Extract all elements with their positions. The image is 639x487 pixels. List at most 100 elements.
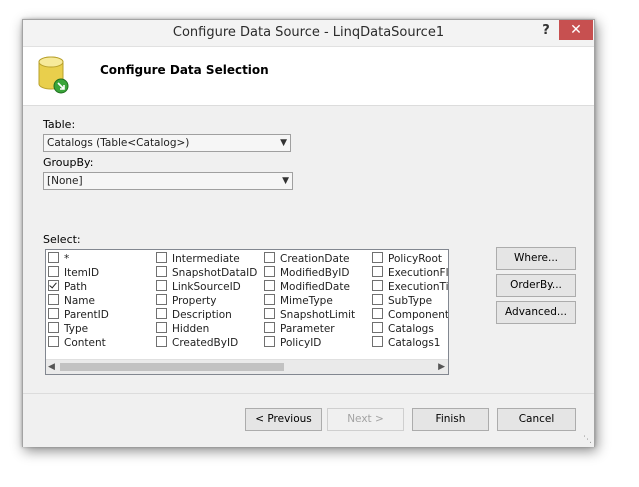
checkbox[interactable] [264,336,275,347]
horizontal-scrollbar[interactable]: ◀ ▶ [46,359,448,374]
checkbox[interactable] [372,308,383,319]
database-icon [38,56,69,94]
column-name: ModifiedByID [280,267,350,279]
column-checkbox-item[interactable]: PolicyRoot [372,252,442,266]
checkbox[interactable] [264,266,275,277]
title-bar[interactable]: Configure Data Source - LinqDataSource1 … [23,20,594,47]
column-name: Type [64,323,89,335]
column-checkbox-item[interactable]: * [48,252,69,266]
column-checkbox-item[interactable]: ModifiedByID [264,266,349,280]
column-checkbox-item[interactable]: Type [48,322,88,336]
column-name: ItemID [64,267,100,279]
column-checkbox-item[interactable]: Hidden [156,322,209,336]
close-button[interactable]: ✕ [559,20,593,40]
select-columns-list[interactable]: Catalogs1 Catalogs ComponentID SubType Execu… [45,249,449,375]
column-name: PolicyID [280,337,322,349]
column-name: Intermediate [172,253,240,265]
column-checkbox-item[interactable]: SnapshotDataID [156,266,257,280]
column-name: ExecutionFlag [388,267,449,279]
checkbox[interactable] [156,336,167,347]
checkbox[interactable] [264,252,275,263]
column-checkbox-item[interactable]: SubType [372,294,432,308]
column-checkbox-item[interactable]: Parameter [264,322,335,336]
column-checkbox-item[interactable]: SnapshotLimit [264,308,355,322]
checkbox[interactable] [372,280,383,291]
select-label: Select: [43,233,81,246]
column-checkbox-item[interactable]: ComponentID [372,308,449,322]
checkbox[interactable] [48,308,59,319]
column-checkbox-item[interactable]: Intermediate [156,252,240,266]
groupby-label: GroupBy: [43,156,94,169]
dialog-window: Configure Data Source - LinqDataSource1 … [22,19,595,447]
scroll-left-icon[interactable]: ◀ [48,360,55,374]
finish-button[interactable]: Finish [412,408,489,431]
column-name: ExecutionTime [388,281,449,293]
column-checkbox-item[interactable]: CreatedByID [156,336,238,350]
column-name: ParentID [64,309,109,321]
orderby-button[interactable]: OrderBy... [496,274,576,297]
help-button[interactable]: ? [537,23,555,41]
column-name: ModifiedDate [280,281,350,293]
checkbox[interactable] [264,280,275,291]
checkbox[interactable] [48,280,59,291]
column-checkbox-item[interactable]: ItemID [48,266,99,280]
column-name: Catalogs1 [388,337,441,349]
cancel-button[interactable]: Cancel [497,408,576,431]
column-checkbox-item[interactable]: ModifiedDate [264,280,350,294]
checkbox[interactable] [156,308,167,319]
column-name: Path [64,281,88,293]
column-name: Property [172,295,217,307]
checkbox[interactable] [372,294,383,305]
column-checkbox-item[interactable]: CreationDate [264,252,350,266]
checkbox[interactable] [156,322,167,333]
checkbox[interactable] [372,266,383,277]
checkbox[interactable] [48,266,59,277]
column-checkbox-item[interactable]: Catalogs [372,322,434,336]
checkbox[interactable] [264,294,275,305]
checkbox[interactable] [372,336,383,347]
column-checkbox-item[interactable]: Content [48,336,106,350]
column-checkbox-item[interactable]: Property [156,294,216,308]
checkbox[interactable] [156,266,167,277]
table-dropdown[interactable]: Catalogs (Table<Catalog>) ▼ [43,134,291,152]
groupby-dropdown[interactable]: [None] ▼ [43,172,293,190]
column-name: Content [64,337,106,349]
checkbox[interactable] [264,308,275,319]
checkbox[interactable] [372,322,383,333]
column-name: Name [64,295,95,307]
previous-button[interactable]: < Previous [245,408,322,431]
window-title: Configure Data Source - LinqDataSource1 [172,25,445,40]
resize-grip-icon[interactable]: ⋱ [583,435,592,445]
next-button[interactable]: Next > [327,408,404,431]
checkbox[interactable] [156,280,167,291]
where-button[interactable]: Where... [496,247,576,270]
checkbox[interactable] [264,322,275,333]
column-name: Description [172,309,232,321]
column-name: Hidden [172,323,210,335]
column-name: ComponentID [388,309,449,321]
column-checkbox-item[interactable]: ExecutionFlag [372,266,449,280]
checkbox[interactable] [48,322,59,333]
checkbox[interactable] [48,336,59,347]
chevron-down-icon: ▼ [280,138,287,148]
column-checkbox-item[interactable]: MimeType [264,294,333,308]
column-name: Parameter [280,323,335,335]
checkbox[interactable] [372,252,383,263]
scroll-right-icon[interactable]: ▶ [438,360,445,374]
column-checkbox-item[interactable]: ExecutionTime [372,280,449,294]
chevron-down-icon: ▼ [282,176,289,186]
column-checkbox-item[interactable]: Path [48,280,87,294]
scrollbar-thumb[interactable] [60,363,284,371]
advanced-button[interactable]: Advanced... [496,301,576,324]
column-checkbox-item[interactable]: LinkSourceID [156,280,241,294]
column-checkbox-item[interactable]: ParentID [48,308,109,322]
checkbox[interactable] [156,252,167,263]
checkbox[interactable] [156,294,167,305]
checkbox[interactable] [48,294,59,305]
checkbox[interactable] [48,252,59,263]
column-checkbox-item[interactable]: Catalogs1 [372,336,440,350]
column-checkbox-item[interactable]: PolicyID [264,336,321,350]
column-checkbox-item[interactable]: Description [156,308,232,322]
table-label: Table: [43,118,76,131]
column-checkbox-item[interactable]: Name [48,294,95,308]
